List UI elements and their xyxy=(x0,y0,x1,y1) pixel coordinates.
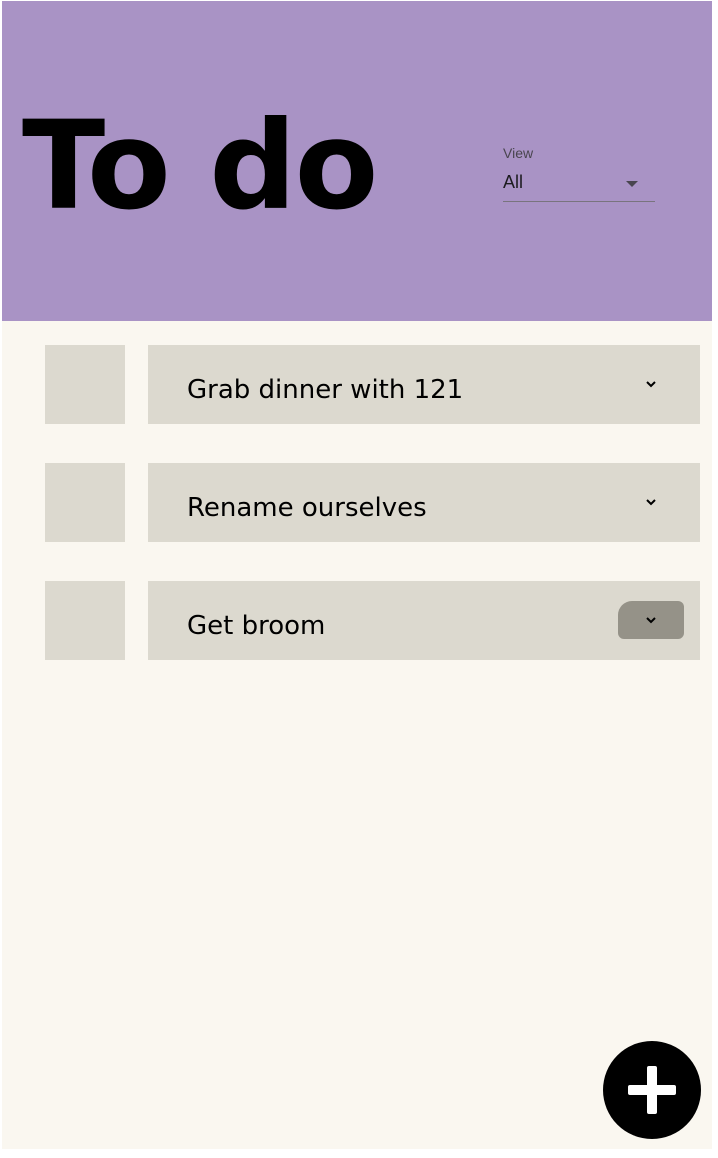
chevron-down-icon xyxy=(646,499,656,506)
task-item: Get broom xyxy=(2,581,712,660)
task-card[interactable]: Get broom xyxy=(148,581,700,660)
page-title: To do xyxy=(22,95,378,237)
task-text: Grab dinner with 121 xyxy=(187,375,464,405)
view-select[interactable]: View All xyxy=(503,144,655,203)
add-task-button[interactable] xyxy=(603,1041,701,1139)
chevron-down-icon xyxy=(646,381,656,388)
app-header: To do View All xyxy=(2,1,712,321)
task-card[interactable]: Grab dinner with 121 xyxy=(148,345,700,424)
view-select-underline xyxy=(503,201,655,202)
task-text: Rename ourselves xyxy=(187,493,427,523)
expand-button[interactable] xyxy=(618,365,684,403)
task-checkbox[interactable] xyxy=(45,581,125,660)
task-checkbox[interactable] xyxy=(45,345,125,424)
chevron-down-icon xyxy=(646,617,656,624)
expand-button[interactable] xyxy=(618,601,684,639)
todo-app: To do View All Grab dinner with 121 Rena… xyxy=(2,1,712,1149)
plus-icon xyxy=(628,1066,676,1114)
task-text: Get broom xyxy=(187,611,326,641)
caret-down-icon[interactable] xyxy=(626,181,638,187)
view-select-label: View xyxy=(503,145,534,161)
task-item: Rename ourselves xyxy=(2,463,712,542)
task-card[interactable]: Rename ourselves xyxy=(148,463,700,542)
task-checkbox[interactable] xyxy=(45,463,125,542)
task-item: Grab dinner with 121 xyxy=(2,345,712,424)
expand-button[interactable] xyxy=(618,483,684,521)
view-select-value[interactable]: All xyxy=(503,171,523,193)
